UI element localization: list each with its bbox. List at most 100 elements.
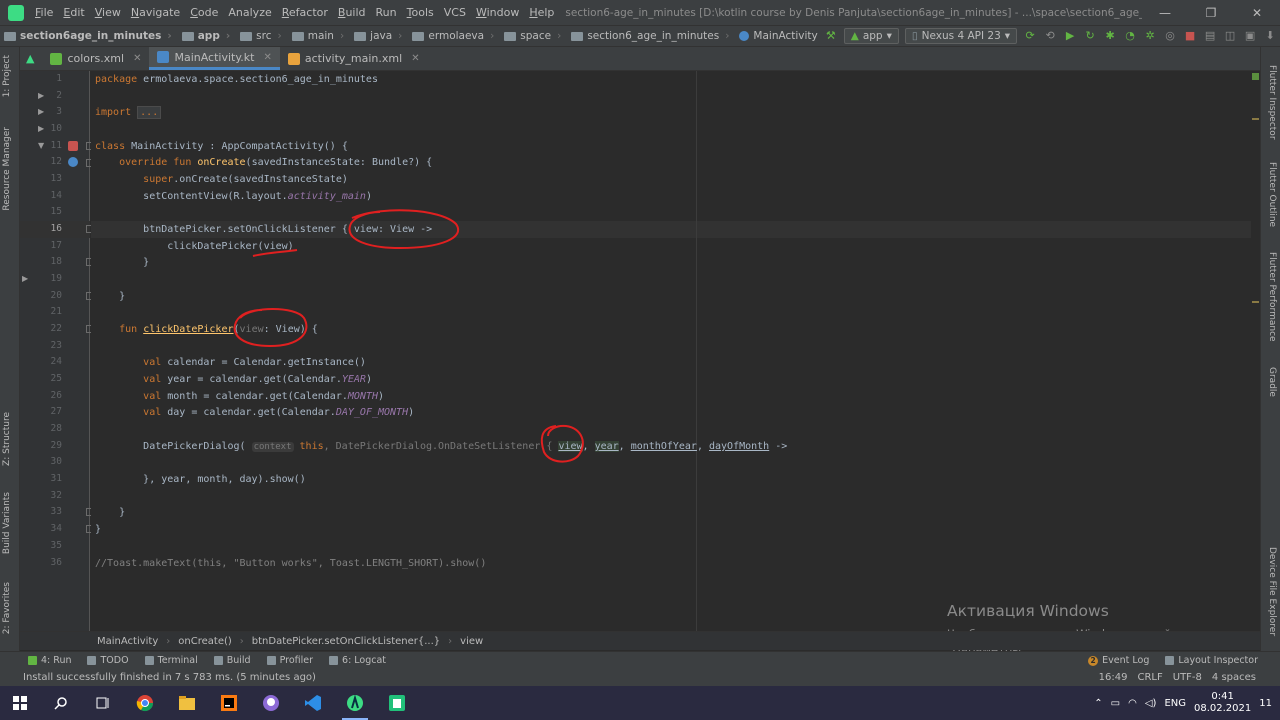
close-tab-icon[interactable]: ✕ — [411, 53, 419, 64]
event-log-button[interactable]: 2 Event Log — [1080, 655, 1157, 666]
run-class-icon[interactable] — [68, 141, 78, 151]
tab-colors-xml[interactable]: colors.xml ✕ — [42, 47, 149, 70]
wifi-icon[interactable]: ◠ — [1128, 698, 1137, 709]
gradle-tab[interactable]: Gradle — [1267, 367, 1277, 397]
breadcrumb-class[interactable]: MainActivity — [97, 636, 158, 647]
maximize-button[interactable]: ❐ — [1188, 6, 1234, 20]
flutter-outline-tab[interactable]: Flutter Outline — [1267, 162, 1277, 227]
rerun-icon[interactable]: ↻ — [1083, 29, 1097, 43]
resource-manager-tab[interactable]: Resource Manager — [2, 127, 12, 211]
run-icon[interactable]: ▶ — [1063, 29, 1077, 43]
profile-icon[interactable]: ◔ — [1123, 29, 1137, 43]
tray-overflow-icon[interactable]: ⌃ — [1094, 698, 1102, 709]
line-separator[interactable]: CRLF — [1137, 672, 1162, 683]
search-button[interactable] — [40, 686, 82, 720]
sync-gradle-icon[interactable]: ◫ — [1223, 29, 1237, 43]
coverage-icon[interactable]: ◎ — [1163, 29, 1177, 43]
task-view-button[interactable] — [82, 686, 124, 720]
network-icon[interactable]: ▭ — [1111, 698, 1120, 709]
close-window-button[interactable]: ✕ — [1234, 6, 1280, 20]
debug-icon[interactable]: ✱ — [1103, 29, 1117, 43]
flutter-inspector-tab[interactable]: Flutter Inspector — [1267, 65, 1277, 140]
app-taskbar-button[interactable] — [376, 686, 418, 720]
github-desktop-taskbar-button[interactable] — [250, 686, 292, 720]
menu-analyze[interactable]: Analyze — [223, 6, 276, 19]
menu-edit[interactable]: Edit — [58, 6, 89, 19]
build-variants-tab[interactable]: Build Variants — [2, 492, 12, 554]
nav-crumb-java[interactable]: java › — [350, 30, 408, 42]
notification-center-icon[interactable]: 11 — [1259, 698, 1272, 709]
nav-crumb-main[interactable]: main › — [288, 30, 350, 42]
menu-navigate[interactable]: Navigate — [126, 6, 185, 19]
hammer-build-icon[interactable]: ⚒ — [824, 29, 838, 43]
jetbrains-taskbar-button[interactable] — [208, 686, 250, 720]
menu-view[interactable]: View — [90, 6, 126, 19]
collapse-arrow-icon[interactable]: ▶ — [38, 124, 44, 133]
indent-setting[interactable]: 4 spaces — [1212, 672, 1256, 683]
nav-crumb-ermolaeva[interactable]: ermolaeva › — [408, 30, 500, 42]
nav-crumb-src[interactable]: src › — [236, 30, 288, 42]
avd-manager-icon[interactable]: ▣ — [1243, 29, 1257, 43]
nav-crumb-space[interactable]: space › — [500, 30, 567, 42]
attach-debugger-icon[interactable]: ✲ — [1143, 29, 1157, 43]
android-studio-taskbar-button[interactable] — [334, 686, 376, 720]
clock[interactable]: 0:41 08.02.2021 — [1194, 691, 1251, 715]
file-explorer-taskbar-button[interactable] — [166, 686, 208, 720]
run-config-select[interactable]: ▲ app ▾ — [843, 28, 899, 44]
tab-overflow-icon[interactable]: ▲ — [20, 47, 42, 70]
breadcrumb-view[interactable]: view — [460, 636, 483, 647]
structure-tab[interactable]: Z: Structure — [2, 412, 12, 466]
collapse-arrow-icon[interactable]: ▶ — [38, 91, 44, 100]
terminal-tool-button[interactable]: Terminal — [137, 655, 206, 666]
menu-vcs[interactable]: VCS — [439, 6, 471, 19]
nav-crumb-app[interactable]: app › — [178, 30, 236, 42]
layout-inspector-button[interactable]: Layout Inspector — [1157, 655, 1266, 666]
volume-icon[interactable]: ◁) — [1145, 698, 1157, 709]
tab-activity-main-xml[interactable]: activity_main.xml ✕ — [280, 47, 428, 70]
build-tool-button[interactable]: Build — [206, 655, 259, 666]
nav-crumb-mainactivity[interactable]: MainActivity — [735, 30, 823, 42]
sdk-manager-icon[interactable]: ⬇ — [1263, 29, 1277, 43]
start-button[interactable] — [0, 686, 40, 720]
minimize-button[interactable]: — — [1142, 6, 1188, 20]
close-tab-icon[interactable]: ✕ — [133, 53, 141, 64]
device-file-explorer-tab[interactable]: Device File Explorer — [1267, 547, 1277, 636]
chrome-taskbar-button[interactable] — [124, 686, 166, 720]
error-stripe[interactable] — [1251, 71, 1260, 631]
code-editor[interactable]: package ermolaeva.space.section6_age_in_… — [91, 71, 1251, 631]
warning-marker[interactable] — [1252, 301, 1259, 303]
project-structure-icon[interactable]: ▤ — [1203, 29, 1217, 43]
menu-window[interactable]: Window — [471, 6, 524, 19]
file-encoding[interactable]: UTF-8 — [1173, 672, 1202, 683]
collapse-arrow-icon[interactable]: ▶ — [38, 107, 44, 116]
folded-imports[interactable]: ... — [137, 106, 162, 119]
close-tab-icon[interactable]: ✕ — [263, 52, 271, 63]
caret-position[interactable]: 16:49 — [1099, 672, 1128, 683]
apply-code-changes-icon[interactable]: ⟲ — [1043, 29, 1057, 43]
device-select[interactable]: ▯ Nexus 4 API 23 ▾ — [904, 28, 1018, 44]
breadcrumb-listener[interactable]: btnDatePicker.setOnClickListener{...} — [252, 636, 440, 647]
warning-marker[interactable] — [1252, 118, 1259, 120]
expand-arrow-icon[interactable]: ▼ — [38, 141, 44, 150]
logcat-tool-button[interactable]: 6: Logcat — [321, 655, 394, 666]
input-language[interactable]: ENG — [1164, 698, 1186, 709]
stop-icon[interactable]: ■ — [1183, 29, 1197, 43]
run-tool-button[interactable]: 4: Run — [20, 655, 79, 666]
line-number-gutter[interactable]: 1 2 3 10 11 12 13 14 15 16 17 18 19 20 2… — [20, 71, 111, 631]
menu-build[interactable]: Build — [333, 6, 371, 19]
todo-tool-button[interactable]: TODO — [79, 655, 136, 666]
vscode-taskbar-button[interactable] — [292, 686, 334, 720]
inspection-status-icon[interactable] — [1252, 73, 1259, 80]
menu-code[interactable]: Code — [185, 6, 223, 19]
nav-crumb-project[interactable]: section6age_in_minutes › — [0, 30, 178, 42]
profiler-tool-button[interactable]: Profiler — [259, 655, 321, 666]
nav-crumb-package[interactable]: section6_age_in_minutes › — [567, 30, 735, 42]
tab-mainactivity-kt[interactable]: MainActivity.kt ✕ — [149, 47, 280, 70]
menu-tools[interactable]: Tools — [402, 6, 439, 19]
collapse-arrow-icon[interactable]: ▶ — [22, 274, 28, 283]
menu-help[interactable]: Help — [524, 6, 559, 19]
breadcrumb-method[interactable]: onCreate() — [178, 636, 232, 647]
menu-run[interactable]: Run — [371, 6, 402, 19]
status-message[interactable]: Install successfully finished in 7 s 783… — [23, 672, 316, 683]
flutter-performance-tab[interactable]: Flutter Performance — [1267, 252, 1277, 342]
